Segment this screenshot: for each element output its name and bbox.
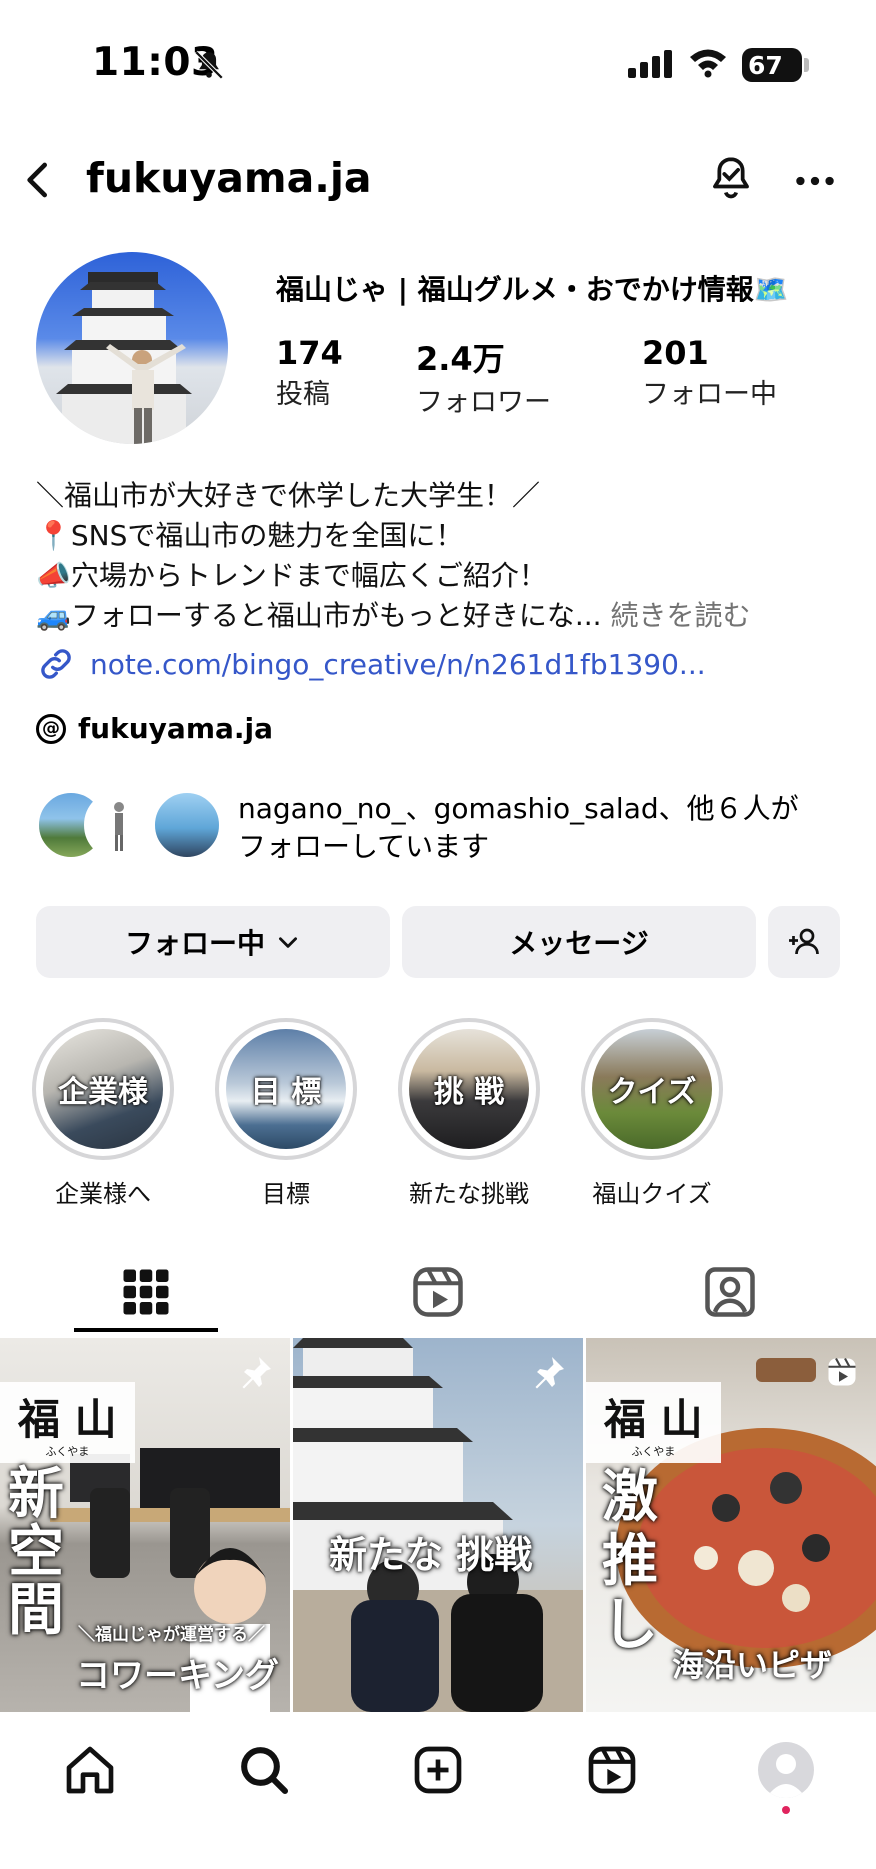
mutual-line-2: フォローしています <box>238 830 490 863</box>
stat-followers-value: 2.4万 <box>416 340 505 378</box>
mutual-line-1: nagano_no_、gomashio_salad、他６人が <box>238 792 799 825</box>
message-button[interactable]: メッセージ <box>402 906 756 978</box>
following-button[interactable]: フォロー中 <box>36 906 390 978</box>
post-ribbon: 福 山ふくやま <box>0 1382 135 1463</box>
highlight-ring: 企業様 <box>32 1018 174 1160</box>
wifi-icon <box>690 49 726 78</box>
post-ribbon-text: 福 山 <box>604 1395 703 1444</box>
bell-off-icon <box>194 50 224 80</box>
bio-line-4: 🚙フォローすると福山市がもっと好きにな... 続きを読む <box>36 594 751 634</box>
highlight-cover-text: 挑 戦 <box>433 1075 505 1110</box>
reel-badge-icon <box>828 1357 856 1386</box>
stat-following[interactable]: 201 フォロー中 <box>642 334 777 411</box>
post-tile-1[interactable]: 福 山ふくやま 新 空 間 ＼福山じゃが運営する／ コワーキング <box>0 1338 290 1712</box>
cell-signal-icon <box>628 50 672 78</box>
highlight-label: 福山クイズ <box>592 1180 712 1208</box>
profile-nav-avatar[interactable] <box>758 1742 814 1798</box>
stat-posts-value: 174 <box>276 334 343 372</box>
mutual-avatar-2 <box>84 790 154 860</box>
notification-dot <box>782 1806 790 1814</box>
post-tile-2[interactable]: 新たな 挑戦 <box>293 1338 583 1712</box>
stat-followers-label: フォロワー <box>416 387 551 418</box>
search-icon[interactable] <box>236 1742 292 1798</box>
bio-more-link[interactable]: 続きを読む <box>610 599 750 632</box>
following-button-label: フォロー中 <box>124 927 265 960</box>
threads-icon: @ <box>36 713 66 744</box>
highlight-label: 新たな挑戦 <box>409 1180 529 1208</box>
battery-level: 67 <box>748 50 783 80</box>
stat-posts-label: 投稿 <box>276 379 330 410</box>
battery-cap <box>804 58 809 72</box>
link-icon <box>41 649 71 679</box>
highlight-chousen[interactable]: 挑 戦 新たな挑戦 <box>398 1018 540 1209</box>
highlight-cover-text: クイズ <box>607 1075 697 1110</box>
profile-icon <box>766 1754 806 1798</box>
highlight-cover-text: 目 標 <box>250 1075 322 1110</box>
highlight-cover: クイズ <box>592 1029 712 1149</box>
bio-line-4-text: 🚙フォローすると福山市がもっと好きにな... <box>36 599 602 632</box>
stat-posts[interactable]: 174 投稿 <box>276 334 343 411</box>
highlight-mokuhyou[interactable]: 目 標 目標 <box>215 1018 357 1209</box>
battery-indicator: 67 <box>742 48 802 82</box>
highlight-ring: 挑 戦 <box>398 1018 540 1160</box>
post-tile-3[interactable]: 福 山ふくやま 激 推 し 海沿いピザ <box>586 1338 876 1712</box>
bio-link[interactable]: note.com/bingo_creative/n/n261d1fb1390..… <box>36 644 706 684</box>
highlight-quiz[interactable]: クイズ 福山クイズ <box>581 1018 723 1209</box>
mutual-avatar-3 <box>152 790 222 860</box>
bio-line-1: ＼福山市が大好きで休学した大学生！／ <box>36 479 541 512</box>
highlight-cover: 目 標 <box>226 1029 346 1149</box>
grid-icon[interactable] <box>116 1262 176 1322</box>
threads-handle: fukuyama.ja <box>78 712 274 745</box>
notification-bell-icon[interactable] <box>706 154 756 204</box>
highlight-label: 目標 <box>262 1180 310 1208</box>
post-caption: 海沿いピザ <box>672 1646 833 1684</box>
home-icon[interactable] <box>62 1742 118 1798</box>
highlight-cover: 挑 戦 <box>409 1029 529 1149</box>
mutual-followers-text[interactable]: nagano_no_、gomashio_salad、他６人が フォローしています <box>238 790 799 866</box>
highlight-label: 企業様へ <box>55 1180 151 1208</box>
profile-avatar[interactable] <box>36 252 228 444</box>
highlight-cover: 企業様 <box>43 1029 163 1149</box>
add-person-icon <box>789 928 819 955</box>
threads-badge[interactable]: @ fukuyama.ja <box>36 712 273 745</box>
post-big-text: 新 空 間 <box>8 1462 64 1643</box>
profile-full-name: 福山じゃ | 福山グルメ・おでかけ情報🗺️ <box>276 273 789 306</box>
more-options-icon[interactable] <box>790 156 840 206</box>
stat-following-label: フォロー中 <box>642 379 777 410</box>
back-icon[interactable] <box>18 160 58 200</box>
highlight-ring: 目 標 <box>215 1018 357 1160</box>
castle-photo <box>56 272 192 444</box>
pin-icon <box>242 1357 271 1389</box>
create-icon[interactable] <box>410 1742 466 1798</box>
highlight-cover-text: 企業様 <box>58 1075 148 1110</box>
highlight-kigyou[interactable]: 企業様 企業様へ <box>32 1018 174 1209</box>
stat-following-value: 201 <box>642 334 709 372</box>
chevron-down-icon <box>279 937 297 948</box>
active-tab-indicator <box>74 1328 218 1332</box>
post-caption-top: ＼福山じゃが運営する／ <box>78 1625 265 1645</box>
message-button-label: メッセージ <box>509 927 649 960</box>
pin-icon <box>535 1357 564 1389</box>
add-person-button[interactable] <box>768 906 840 978</box>
profile-username: fukuyama.ja <box>86 154 372 202</box>
bio-line-3: 📣穴場からトレンドまで幅広くご紹介！ <box>36 559 547 592</box>
post-ribbon-sub: ふくやま <box>45 1445 90 1458</box>
post-ribbon: 福 山ふくやま <box>586 1382 721 1463</box>
person-figure <box>114 802 124 851</box>
mutual-avatars[interactable] <box>36 790 226 864</box>
reels-nav-icon[interactable] <box>584 1742 640 1798</box>
post-ribbon-text: 福 山 <box>18 1395 117 1444</box>
tagged-icon[interactable] <box>700 1262 760 1322</box>
bio-line-2: 📍SNSで福山市の魅力を全国に！ <box>36 519 464 552</box>
reels-icon[interactable] <box>408 1262 468 1322</box>
post-ribbon-sub: ふくやま <box>631 1445 676 1458</box>
bio-link-text: note.com/bingo_creative/n/n261d1fb1390..… <box>90 647 706 681</box>
post-big-text: 新たな 挑戦 <box>329 1533 533 1577</box>
post-caption: コワーキング <box>76 1656 279 1696</box>
highlight-ring: クイズ <box>581 1018 723 1160</box>
post-big-text: 激 推 し <box>602 1465 658 1658</box>
stat-followers[interactable]: 2.4万 フォロワー <box>416 334 551 419</box>
